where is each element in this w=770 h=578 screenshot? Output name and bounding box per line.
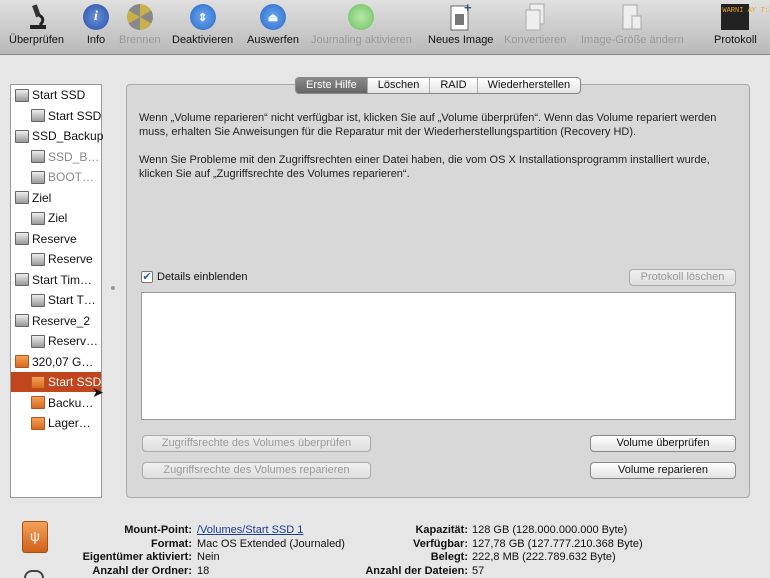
- help-icon[interactable]: [24, 570, 44, 578]
- disk-list[interactable]: Start SSD Start SSD SSD_Backup SSD_B… BO…: [10, 84, 103, 498]
- tab-erase[interactable]: Löschen: [366, 78, 430, 93]
- burn-icon: [126, 3, 154, 31]
- list-item[interactable]: Start SSD: [11, 85, 101, 105]
- hard-disk-icon: [15, 314, 29, 327]
- hard-disk-icon: [31, 170, 45, 184]
- list-item[interactable]: SSD_Backup: [11, 126, 103, 146]
- list-item[interactable]: 320,07 G…: [11, 352, 101, 372]
- clear-log-button[interactable]: Protokoll löschen: [629, 269, 736, 286]
- help-text-2: Wenn Sie Probleme mit den Zugriffsrechte…: [139, 154, 710, 180]
- usb-disk-icon: [31, 396, 45, 409]
- tab-restore[interactable]: Wiederherstellen: [476, 78, 581, 93]
- split-handle[interactable]: [111, 286, 115, 290]
- toolbar: Überprüfen i Info Brennen ⇕ Deaktivieren ⏏…: [0, 0, 770, 55]
- tab-bar: Erste Hilfe Löschen RAID Wiederherstelle…: [295, 77, 582, 94]
- log-icon: WARNI AY 7:36: [721, 3, 770, 31]
- svg-text:+: +: [464, 2, 472, 15]
- hard-disk-icon: [31, 150, 45, 163]
- list-item[interactable]: Ziel: [11, 208, 101, 228]
- list-item[interactable]: Start T…: [11, 290, 101, 310]
- list-item[interactable]: Reserve: [11, 229, 101, 249]
- mouse-cursor-icon: ➤: [92, 384, 104, 400]
- list-item[interactable]: Start SSD: [11, 106, 101, 126]
- list-item[interactable]: Ziel: [11, 188, 101, 208]
- repair-permissions-button[interactable]: Zugriffsrechte des Volumes reparieren: [142, 462, 371, 479]
- hard-disk-icon: [31, 211, 45, 225]
- log-button[interactable]: WARNI AY 7:36Protokoll: [714, 3, 770, 46]
- new-image-button[interactable]: + Neues Image: [428, 2, 493, 46]
- list-item[interactable]: Backu…: [11, 393, 101, 413]
- hard-disk-icon: [15, 232, 29, 245]
- list-item[interactable]: BOOT…: [11, 167, 101, 187]
- help-text-1: Wenn „Volume reparieren“ nicht verfügbar…: [139, 112, 717, 138]
- hard-disk-icon: [15, 191, 29, 204]
- list-item[interactable]: Lager…: [11, 413, 101, 433]
- usb-volume-icon: ψ: [22, 521, 48, 553]
- unmount-button[interactable]: ⇕ Deaktivieren: [172, 3, 233, 46]
- repair-volume-button[interactable]: Volume reparieren: [590, 462, 736, 479]
- usb-disk-icon: [31, 416, 45, 430]
- list-item[interactable]: Reserve_2: [11, 311, 101, 331]
- list-item[interactable]: Reserv…: [11, 331, 101, 351]
- usb-disk-icon: [31, 375, 45, 389]
- resize-image-icon: [618, 3, 646, 31]
- journaling-button[interactable]: Journaling aktivieren: [311, 3, 412, 46]
- journaling-icon: [347, 3, 375, 31]
- hard-disk-icon: [31, 252, 45, 266]
- mount-point-link[interactable]: /Volumes/Start SSD 1: [197, 524, 303, 536]
- info-button[interactable]: i Info: [82, 3, 110, 46]
- eject-button[interactable]: ⏏ Auswerfen: [247, 3, 299, 46]
- hard-disk-icon: [15, 273, 29, 286]
- log-output-area[interactable]: [141, 292, 736, 420]
- verify-button[interactable]: Überprüfen: [9, 3, 64, 46]
- hard-disk-icon: [15, 88, 29, 102]
- tab-raid[interactable]: RAID: [429, 78, 476, 93]
- convert-button[interactable]: Konvertieren: [504, 3, 566, 46]
- microscope-icon: [23, 3, 51, 31]
- list-item[interactable]: Reserve: [11, 249, 101, 269]
- resize-image-button[interactable]: Image-Größe ändern: [581, 3, 684, 46]
- unmount-icon: ⇕: [189, 3, 217, 31]
- hard-disk-icon: [31, 109, 45, 122]
- hard-disk-icon: [31, 334, 45, 348]
- hard-disk-icon: [15, 129, 29, 143]
- convert-icon: [521, 3, 549, 31]
- verify-volume-button[interactable]: Volume überprüfen: [590, 435, 736, 452]
- verify-permissions-button[interactable]: Zugriffsrechte des Volumes überprüfen: [142, 435, 371, 452]
- info-icon: i: [82, 3, 110, 31]
- hard-disk-icon: [31, 293, 45, 307]
- usb-disk-icon: [15, 355, 29, 368]
- details-checkbox[interactable]: ✔ Details einblenden: [141, 271, 248, 283]
- list-item[interactable]: Start Tim…: [11, 270, 101, 290]
- list-item[interactable]: SSD_B…: [11, 147, 101, 167]
- tab-first-aid[interactable]: Erste Hilfe: [296, 78, 367, 93]
- new-image-icon: +: [447, 2, 475, 31]
- burn-button[interactable]: Brennen: [119, 3, 161, 46]
- list-item-selected[interactable]: Start SSD: [11, 372, 101, 392]
- eject-icon: ⏏: [259, 3, 287, 31]
- checkmark-icon: ✔: [141, 271, 153, 283]
